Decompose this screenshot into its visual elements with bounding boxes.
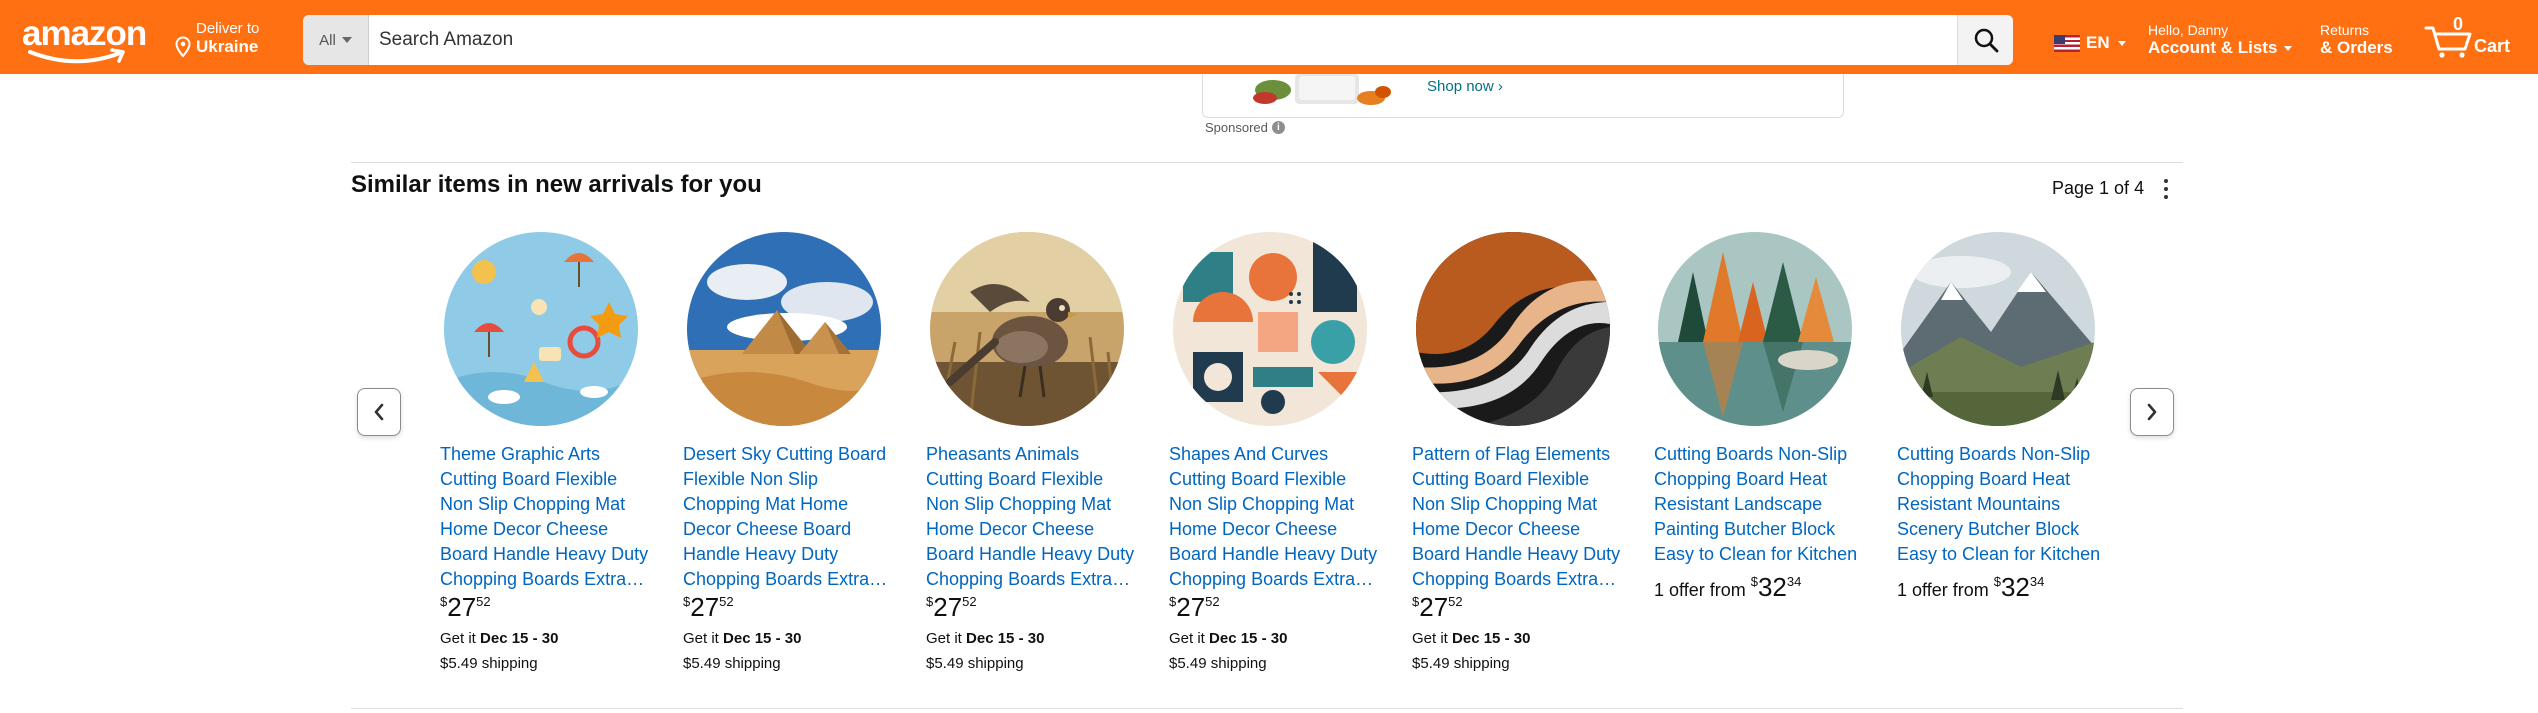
product-title-link[interactable]: Shapes And Curves Cutting Board Flexible… xyxy=(1169,442,1383,592)
product-price: $2752 xyxy=(926,592,977,622)
geometric-shapes-image xyxy=(1173,232,1367,426)
section-divider xyxy=(351,708,2183,709)
shipping-cost: $5.49 shipping xyxy=(1412,655,1510,672)
shipping-cost: $5.49 shipping xyxy=(683,655,781,672)
product-image[interactable] xyxy=(1901,232,2095,426)
product-image[interactable] xyxy=(1416,232,1610,426)
more-options-icon[interactable] xyxy=(2160,176,2172,202)
delivery-estimate: Get it Dec 15 - 30 xyxy=(926,630,1045,647)
offer-price: 1 offer from $3234 xyxy=(1897,572,2045,602)
cart-label: Cart xyxy=(2474,36,2511,56)
delivery-estimate: Get it Dec 15 - 30 xyxy=(440,630,559,647)
shipping-cost: $5.49 shipping xyxy=(926,655,1024,672)
search-category-dropdown[interactable]: All xyxy=(303,15,369,65)
shipping-cost: $5.49 shipping xyxy=(440,655,538,672)
pheasant-bird-image xyxy=(930,232,1124,426)
beach-pattern-image xyxy=(444,232,638,426)
top-nav-bar: amazon Deliver to Ukraine All EN xyxy=(0,0,2538,74)
product-image[interactable] xyxy=(1173,232,1367,426)
search-category-label: All xyxy=(319,31,336,49)
product-price: $2752 xyxy=(683,592,734,622)
location-pin-icon xyxy=(175,36,191,58)
language-selector[interactable]: EN xyxy=(2054,33,2126,53)
shipping-cost: $5.49 shipping xyxy=(1169,655,1267,672)
chevron-right-icon xyxy=(2147,403,2157,421)
search-button[interactable] xyxy=(1957,15,2013,65)
carousel-next-button[interactable] xyxy=(2130,388,2174,436)
orange-waves-image xyxy=(1416,232,1610,426)
delivery-estimate: Get it Dec 15 - 30 xyxy=(1169,630,1288,647)
carousel-page-indicator: Page 1 of 4 xyxy=(2052,178,2145,198)
search-icon xyxy=(1974,28,1998,53)
chevron-down-icon xyxy=(341,37,352,43)
carousel-prev-button[interactable] xyxy=(357,388,401,436)
product-title-link[interactable]: Cutting Boards Non-Slip Chopping Board H… xyxy=(1897,442,2111,567)
deliver-country: Ukraine xyxy=(196,37,259,56)
product-image[interactable] xyxy=(1658,232,1852,426)
carousel-title: Similar items in new arrivals for you xyxy=(351,171,762,198)
product-price: $2752 xyxy=(1412,592,1463,622)
search-input[interactable] xyxy=(369,15,1957,65)
returns-label: Returns xyxy=(2320,22,2370,38)
sponsored-text: Sponsored xyxy=(1205,120,1268,135)
mountain-scenery-image xyxy=(1901,232,2095,426)
orders-label: & Orders xyxy=(2320,38,2393,57)
product-title-link[interactable]: Cutting Boards Non-Slip Chopping Board H… xyxy=(1654,442,1868,567)
product-title-link[interactable]: Pattern of Flag Elements Cutting Board F… xyxy=(1412,442,1626,592)
account-greeting: Hello, Danny xyxy=(2148,22,2229,38)
delivery-estimate: Get it Dec 15 - 30 xyxy=(1412,630,1531,647)
sponsored-label: Sponsored i xyxy=(1205,120,1285,135)
product-title-link[interactable]: Theme Graphic Arts Cutting Board Flexibl… xyxy=(440,442,654,592)
product-image[interactable] xyxy=(687,232,881,426)
product-price: $2752 xyxy=(440,592,491,622)
language-code: EN xyxy=(2086,33,2110,52)
account-lists-menu[interactable]: Hello, Danny Account & Lists xyxy=(2148,22,2293,58)
cart-icon xyxy=(2424,26,2472,58)
deliver-label: Deliver to xyxy=(196,20,260,37)
chevron-down-icon xyxy=(2117,40,2126,46)
product-image[interactable] xyxy=(930,232,1124,426)
section-divider xyxy=(351,162,2183,163)
search-bar: All xyxy=(303,15,2013,65)
returns-orders-link[interactable]: Returns & Orders xyxy=(2320,22,2393,58)
account-lists-label: Account & Lists xyxy=(2148,38,2278,57)
amazon-logo[interactable]: amazon xyxy=(22,14,148,66)
cart-button[interactable]: 0 Cart xyxy=(2424,14,2528,60)
desert-pyramids-image xyxy=(687,232,881,426)
autumn-lake-image xyxy=(1658,232,1852,426)
product-title-link[interactable]: Pheasants Animals Cutting Board Flexible… xyxy=(926,442,1140,592)
deliver-to-location[interactable]: Deliver to Ukraine xyxy=(174,20,284,60)
offer-price: 1 offer from $3234 xyxy=(1654,572,1802,602)
ad-product-image xyxy=(1253,74,1391,105)
chevron-left-icon xyxy=(374,403,384,421)
sponsored-ad-card[interactable]: Shop now › xyxy=(1202,74,1844,118)
delivery-estimate: Get it Dec 15 - 30 xyxy=(683,630,802,647)
product-price: $2752 xyxy=(1169,592,1220,622)
us-flag-icon xyxy=(2054,34,2080,52)
product-title-link[interactable]: Desert Sky Cutting Board Flexible Non Sl… xyxy=(683,442,897,592)
info-icon[interactable]: i xyxy=(1271,121,1285,134)
product-image[interactable] xyxy=(444,232,638,426)
logo-smile-icon xyxy=(28,48,125,64)
shop-now-link[interactable]: Shop now › xyxy=(1427,78,1503,95)
chevron-down-icon xyxy=(2284,46,2293,52)
